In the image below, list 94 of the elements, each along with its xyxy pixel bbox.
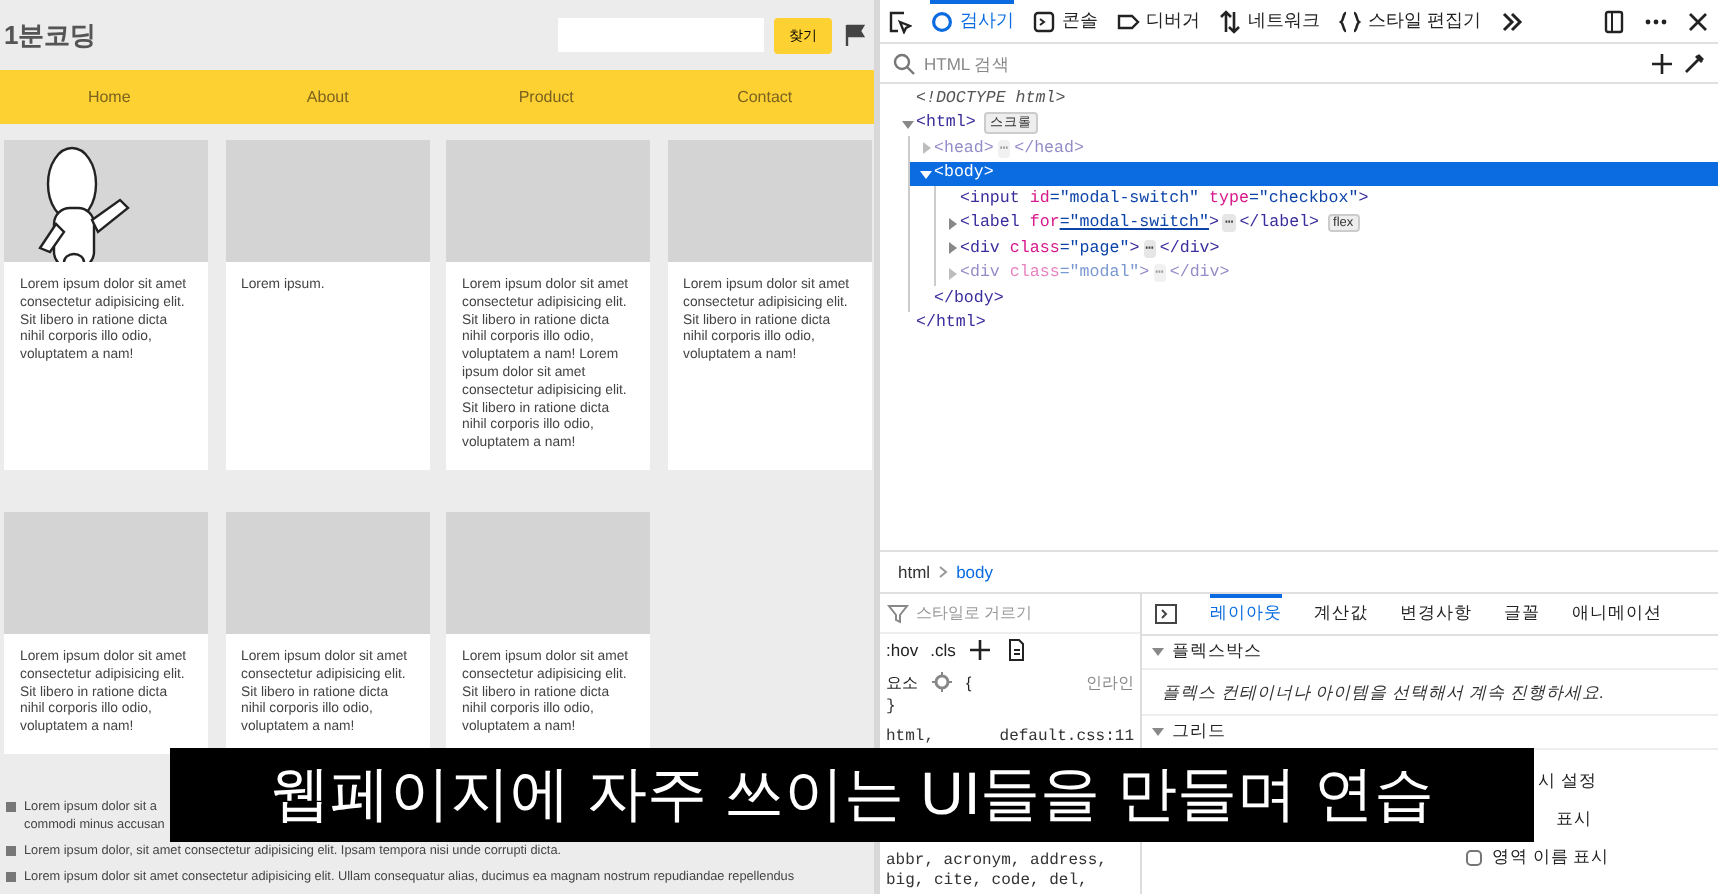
- selector-text: html,: [886, 727, 935, 746]
- breadcrumb-item[interactable]: body: [956, 562, 993, 582]
- nav-link[interactable]: Contact: [737, 88, 793, 106]
- panel-tab[interactable]: 계산값: [1314, 594, 1368, 634]
- bullet-icon: [6, 846, 16, 856]
- attribute-name: id: [1029, 189, 1050, 208]
- tag-icon: [1116, 9, 1140, 33]
- source-link[interactable]: default.css:11: [999, 727, 1134, 746]
- tag-text: </div>: [1169, 264, 1230, 283]
- attribute-name: class: [1009, 264, 1060, 283]
- cls-toggle[interactable]: .cls: [930, 640, 956, 660]
- devtools-tab[interactable]: 콘솔: [1032, 0, 1098, 42]
- checkbox[interactable]: [1466, 849, 1482, 865]
- brace-text: }: [884, 698, 898, 717]
- devtools-tab[interactable]: 디버거: [1116, 0, 1200, 42]
- devtools-tab[interactable]: 검사기: [930, 0, 1014, 42]
- breadcrumb-item[interactable]: html: [898, 562, 931, 582]
- section-header[interactable]: 플렉스박스: [1142, 636, 1718, 670]
- sidebar-toggle-icon[interactable]: [1154, 602, 1178, 626]
- circle-icon: [930, 9, 954, 33]
- attribute-value: ="modal-switch": [1049, 189, 1200, 208]
- tag-text: </label>: [1239, 214, 1320, 233]
- triangle-icon: [1152, 726, 1164, 738]
- devtools-tab[interactable]: 스타일 편집기: [1338, 0, 1482, 42]
- tag-text: <div: [960, 239, 1000, 258]
- panel-tab[interactable]: 애니메이션: [1572, 594, 1662, 634]
- filter-icon: [886, 601, 910, 625]
- tag-text: >: [1358, 189, 1369, 208]
- element-label: 요소: [886, 671, 918, 693]
- panel-tab[interactable]: 변경사항: [1400, 594, 1472, 634]
- section-label: 시 설정: [1538, 769, 1597, 793]
- selector-text: abbr, acronym, address, big, cite, code, del,: [884, 852, 1109, 890]
- tag-text: <label: [960, 214, 1020, 233]
- tag-text: </div>: [1159, 239, 1220, 258]
- attribute-value: ="checkbox": [1248, 189, 1359, 208]
- video-caption: 웹페이지에 자주 쓰이는 UI들을 만들며 연습: [170, 748, 1534, 842]
- tag-text: >: [983, 139, 994, 158]
- tag-text: >: [983, 164, 994, 183]
- chevron-icon: [938, 566, 949, 578]
- collapse-triangle-icon[interactable]: [944, 215, 960, 232]
- tree-row[interactable]: <body>: [910, 161, 1718, 186]
- attribute-value[interactable]: ="modal-switch": [1059, 214, 1209, 233]
- attribute-name: type: [1209, 189, 1249, 208]
- tag-text: <div: [960, 264, 1000, 283]
- terminal-icon: [1032, 9, 1056, 33]
- tag-text: <html: [916, 114, 966, 133]
- attribute-name: for: [1029, 214, 1060, 233]
- braces-icon: [1338, 9, 1362, 33]
- panel-tab[interactable]: 글꼴: [1504, 594, 1540, 634]
- hint-text: 플렉스 컨테이너나 아이템을 선택해서 계속 진행하세요.: [1142, 670, 1718, 716]
- panel-tab[interactable]: 레이아웃: [1210, 594, 1282, 634]
- flag-icon[interactable]: [844, 24, 866, 46]
- tag-text: </body>: [934, 289, 1004, 308]
- bullet-icon: [6, 872, 16, 882]
- add-icon[interactable]: [1650, 51, 1674, 75]
- source-link[interactable]: 인라인: [1086, 671, 1134, 693]
- responsive-icon[interactable]: [1602, 9, 1626, 33]
- chevrons-icon[interactable]: [1499, 9, 1524, 33]
- attribute-value: ="page": [1059, 239, 1130, 258]
- nav-link[interactable]: Product: [518, 88, 574, 106]
- hov-toggle[interactable]: :hov: [886, 640, 919, 660]
- arrows-icon: [1218, 9, 1242, 33]
- devtools-tab[interactable]: 네트워크: [1218, 0, 1320, 42]
- collapse-triangle-icon[interactable]: [944, 240, 960, 257]
- tag-text: >: [1129, 239, 1140, 258]
- search-icon: [892, 51, 916, 75]
- attribute-value: ="modal": [1059, 264, 1140, 283]
- tag-text: <body: [934, 164, 984, 183]
- nav-link[interactable]: About: [306, 88, 349, 106]
- nav-link[interactable]: Home: [87, 88, 131, 106]
- tag-text: </head>: [1014, 139, 1084, 158]
- element-picker-icon[interactable]: [888, 9, 912, 33]
- tag-text: >: [1139, 264, 1150, 283]
- expand-triangle-icon[interactable]: [918, 165, 934, 182]
- triangle-icon: [1152, 646, 1164, 658]
- add-icon[interactable]: [967, 638, 992, 662]
- bullet-icon: [6, 802, 16, 812]
- tag-text: </html>: [916, 314, 986, 333]
- doctype-text: <!DOCTYPE html>: [916, 89, 1066, 108]
- brace-text: {: [966, 673, 972, 691]
- tag-text: <input: [960, 189, 1020, 208]
- tree-row[interactable]: <input id="modal-switch" type="checkbox">: [936, 186, 1718, 211]
- tag-text: <head: [934, 139, 984, 158]
- gear-icon[interactable]: [930, 670, 954, 694]
- attribute-name: class: [1009, 239, 1060, 258]
- document-icon[interactable]: [1003, 638, 1028, 662]
- logo[interactable]: 1분코딩: [4, 17, 558, 53]
- eyedropper-icon[interactable]: [1682, 51, 1706, 75]
- option-label: 표시: [1556, 807, 1592, 831]
- expand-triangle-icon[interactable]: [900, 115, 916, 132]
- option-label: 영역 이름 표시: [1492, 845, 1610, 869]
- close-icon[interactable]: [1686, 9, 1710, 33]
- tag-text: >: [1209, 214, 1219, 233]
- tag-text: >: [965, 114, 976, 133]
